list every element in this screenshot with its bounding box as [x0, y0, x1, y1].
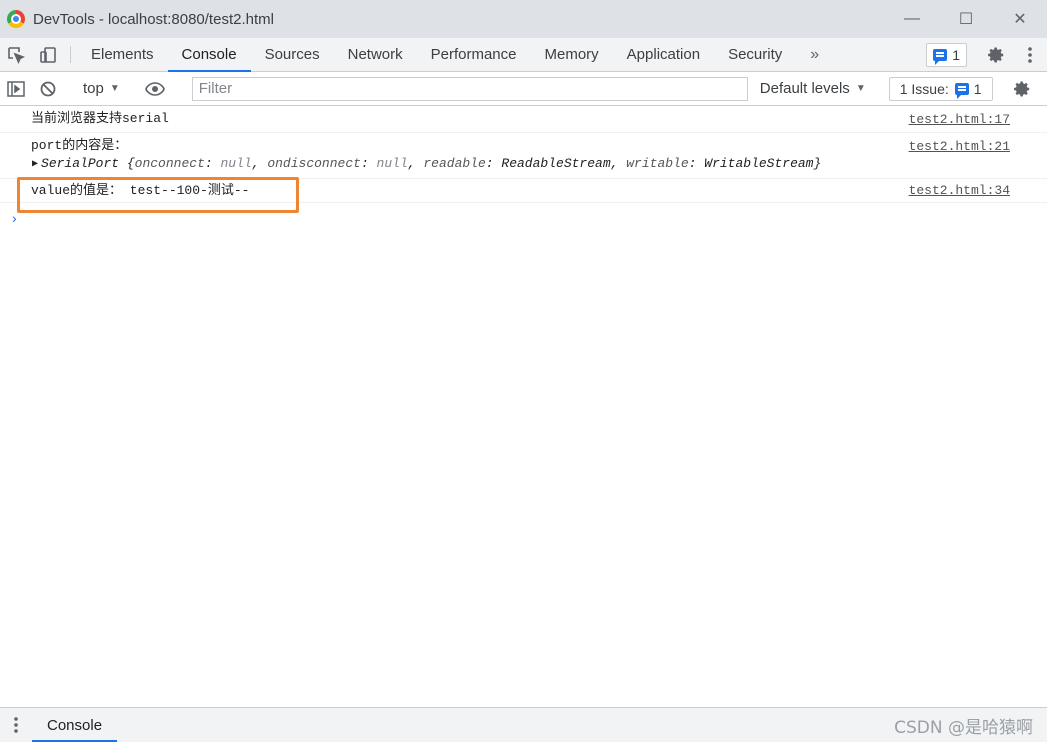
drawer-tab-console[interactable]: Console: [32, 708, 118, 742]
expand-triangle-icon[interactable]: ▶: [32, 156, 38, 174]
tab-elements[interactable]: Elements: [77, 38, 168, 71]
window-title: DevTools - localhost:8080/test2.html: [33, 10, 274, 28]
object-value: WritableStream: [704, 156, 814, 171]
console-message-text: 当前浏览器支持serial: [31, 111, 169, 126]
messages-count: 1: [952, 46, 960, 63]
console-message: port的内容是： ▶ SerialPort {onconnect: null, …: [0, 133, 1047, 179]
customize-menu-icon[interactable]: [1013, 46, 1047, 63]
source-link[interactable]: test2.html:17: [909, 112, 1010, 127]
clear-console-icon[interactable]: [32, 72, 64, 106]
object-class: SerialPort: [41, 156, 120, 171]
title-bar: DevTools - localhost:8080/test2.html — ☐…: [0, 0, 1047, 38]
settings-gear-icon[interactable]: [979, 46, 1013, 64]
log-levels-dropdown[interactable]: Default levels ▼: [760, 80, 866, 97]
object-key: ondisconnect: [267, 156, 361, 171]
object-key: readable: [423, 156, 486, 171]
tab-application[interactable]: Application: [613, 38, 714, 71]
tab-sources[interactable]: Sources: [251, 38, 334, 71]
minimize-button[interactable]: —: [885, 0, 939, 38]
tab-memory[interactable]: Memory: [531, 38, 613, 71]
object-value: null: [220, 156, 252, 171]
maximize-button[interactable]: ☐: [939, 0, 993, 38]
drawer-menu-icon[interactable]: [0, 708, 32, 742]
console-message: 当前浏览器支持serial test2.html:17: [0, 106, 1047, 133]
object-value: null: [376, 156, 408, 171]
tab-console[interactable]: Console: [167, 38, 251, 72]
toolbar-divider: [70, 46, 71, 63]
object-key: writable: [626, 156, 689, 171]
context-selector[interactable]: top ▼: [77, 80, 126, 97]
tab-performance[interactable]: Performance: [417, 38, 531, 71]
filter-input[interactable]: Filter: [191, 76, 748, 101]
message-icon: [954, 82, 969, 99]
issues-label: 1 Issue:: [899, 80, 949, 97]
context-value: top: [83, 80, 104, 97]
window-controls: — ☐ ✕: [885, 0, 1047, 38]
console-toolbar: top ▼ Filter Default levels ▼ 1 Issue: 1: [0, 72, 1047, 106]
tab-bar-actions: 1: [926, 38, 1047, 71]
log-levels-label: Default levels: [759, 80, 850, 97]
console-prompt[interactable]: ›: [12, 210, 17, 226]
object-value: ReadableStream: [501, 156, 611, 171]
console-output: 当前浏览器支持serial test2.html:17 port的内容是： ▶ S…: [0, 106, 1047, 707]
tab-security[interactable]: Security: [714, 38, 796, 71]
tab-network[interactable]: Network: [334, 38, 417, 71]
drawer-bar: Console CSDN @是哈猿啊: [0, 707, 1047, 742]
devtools-tab-bar: Elements Console Sources Network Perform…: [0, 38, 1047, 72]
more-tabs-button[interactable]: »: [796, 38, 833, 71]
close-window-button[interactable]: ✕: [993, 0, 1047, 38]
chevron-down-icon: ▼: [109, 83, 120, 94]
object-key: onconnect: [134, 156, 205, 171]
object-preview[interactable]: ▶ SerialPort {onconnect: null, ondisconne…: [31, 155, 1047, 175]
live-expression-eye-icon[interactable]: [139, 72, 171, 106]
issues-button[interactable]: 1 Issue: 1: [888, 76, 993, 101]
source-link[interactable]: test2.html:34: [909, 183, 1010, 198]
watermark: CSDN @是哈猿啊: [894, 718, 1033, 738]
console-message: value的值是： test--100-测试-- test2.html:34: [0, 179, 1047, 203]
chrome-logo-icon: [7, 10, 25, 28]
device-toolbar-icon[interactable]: [32, 38, 64, 71]
console-message-text: port的内容是：: [31, 138, 128, 153]
console-message-text: value的值是： test--100-测试--: [31, 183, 250, 198]
messages-badge-button[interactable]: 1: [926, 42, 967, 67]
console-settings-gear-icon[interactable]: [1006, 72, 1038, 106]
chevron-down-icon: ▼: [855, 83, 866, 94]
message-icon: [933, 48, 948, 65]
issues-count: 1: [973, 80, 982, 97]
inspect-element-icon[interactable]: [0, 38, 32, 71]
source-link[interactable]: test2.html:21: [909, 139, 1010, 154]
show-sidebar-icon[interactable]: [0, 72, 32, 106]
